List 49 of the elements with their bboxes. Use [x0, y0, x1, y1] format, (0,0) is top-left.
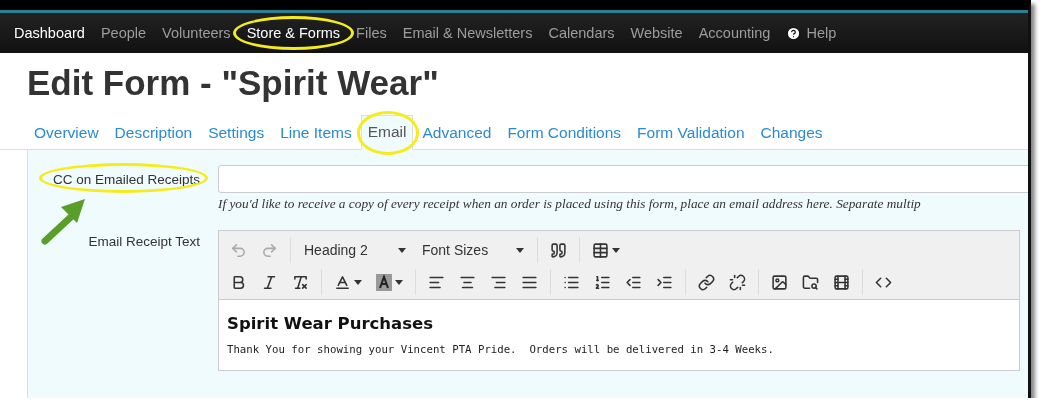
link-icon: [698, 273, 715, 291]
content-heading: Spirit Wear Purchases: [227, 314, 435, 333]
nav-link[interactable]: Files: [348, 25, 395, 41]
unlink-icon: [729, 273, 746, 291]
help-icon: [786, 25, 802, 41]
caret-icon: [354, 279, 362, 285]
bold-icon: [230, 273, 247, 291]
highlight-color-icon: [376, 273, 392, 291]
nav-link[interactable]: Volunteers: [154, 25, 239, 41]
text-color-icon: [334, 273, 351, 291]
tab[interactable]: Changes: [753, 116, 830, 150]
undo-icon: [230, 241, 247, 259]
caret-icon: [516, 247, 524, 253]
block-format-dropdown[interactable]: Heading 2: [296, 238, 414, 262]
tab[interactable]: Description: [107, 116, 200, 150]
caret-icon: [395, 279, 403, 285]
nav-link[interactable]: Store & Forms: [238, 25, 349, 41]
tab[interactable]: Overview: [27, 116, 106, 150]
cc-email-input[interactable]: [218, 165, 1028, 193]
content-paragraph: Thank You for showing your Vincent PTA Pride. Orders will be delivered in 3-4 Weeks.: [227, 343, 775, 356]
field-label: Email Receipt Text: [88, 233, 200, 249]
field-label: CC on Emailed Receipts: [52, 171, 200, 187]
nav-link[interactable]: Dashboard: [6, 25, 93, 41]
numbered-list-icon: [594, 273, 611, 291]
tab[interactable]: Settings: [201, 116, 272, 150]
page-title: Edit Form - "Spirit Wear": [26, 62, 440, 104]
redo-icon: [261, 241, 278, 259]
caret-icon: [398, 247, 406, 253]
blockquote-icon: [550, 241, 567, 259]
file-browser-icon: [802, 273, 819, 291]
video-icon: [833, 273, 850, 291]
tab[interactable]: Email: [360, 115, 414, 150]
nav-link[interactable]: People: [92, 25, 155, 41]
italic-icon: [261, 273, 278, 291]
font-size-dropdown[interactable]: Font Sizes: [414, 238, 532, 262]
help-text: If you'd like to receive a copy of every receipt when an order is placed using this form, place an email address here. Separate multip: [218, 196, 921, 212]
nav-link[interactable]: Accounting: [690, 25, 779, 41]
clear-formatting-icon: [292, 273, 309, 291]
caret-icon: [612, 247, 620, 253]
nav-link[interactable]: Email & Newsletters: [394, 25, 541, 41]
tab[interactable]: Advanced: [415, 116, 499, 150]
tab[interactable]: Form Validation: [630, 116, 752, 150]
table-icon: [592, 241, 609, 259]
nav-link[interactable]: Calendars: [540, 25, 623, 41]
tab[interactable]: Form Conditions: [500, 116, 629, 150]
image-icon: [771, 273, 788, 291]
tab[interactable]: Line Items: [273, 116, 359, 150]
help-link[interactable]: Help: [778, 25, 845, 41]
nav-link[interactable]: Website: [622, 25, 691, 41]
